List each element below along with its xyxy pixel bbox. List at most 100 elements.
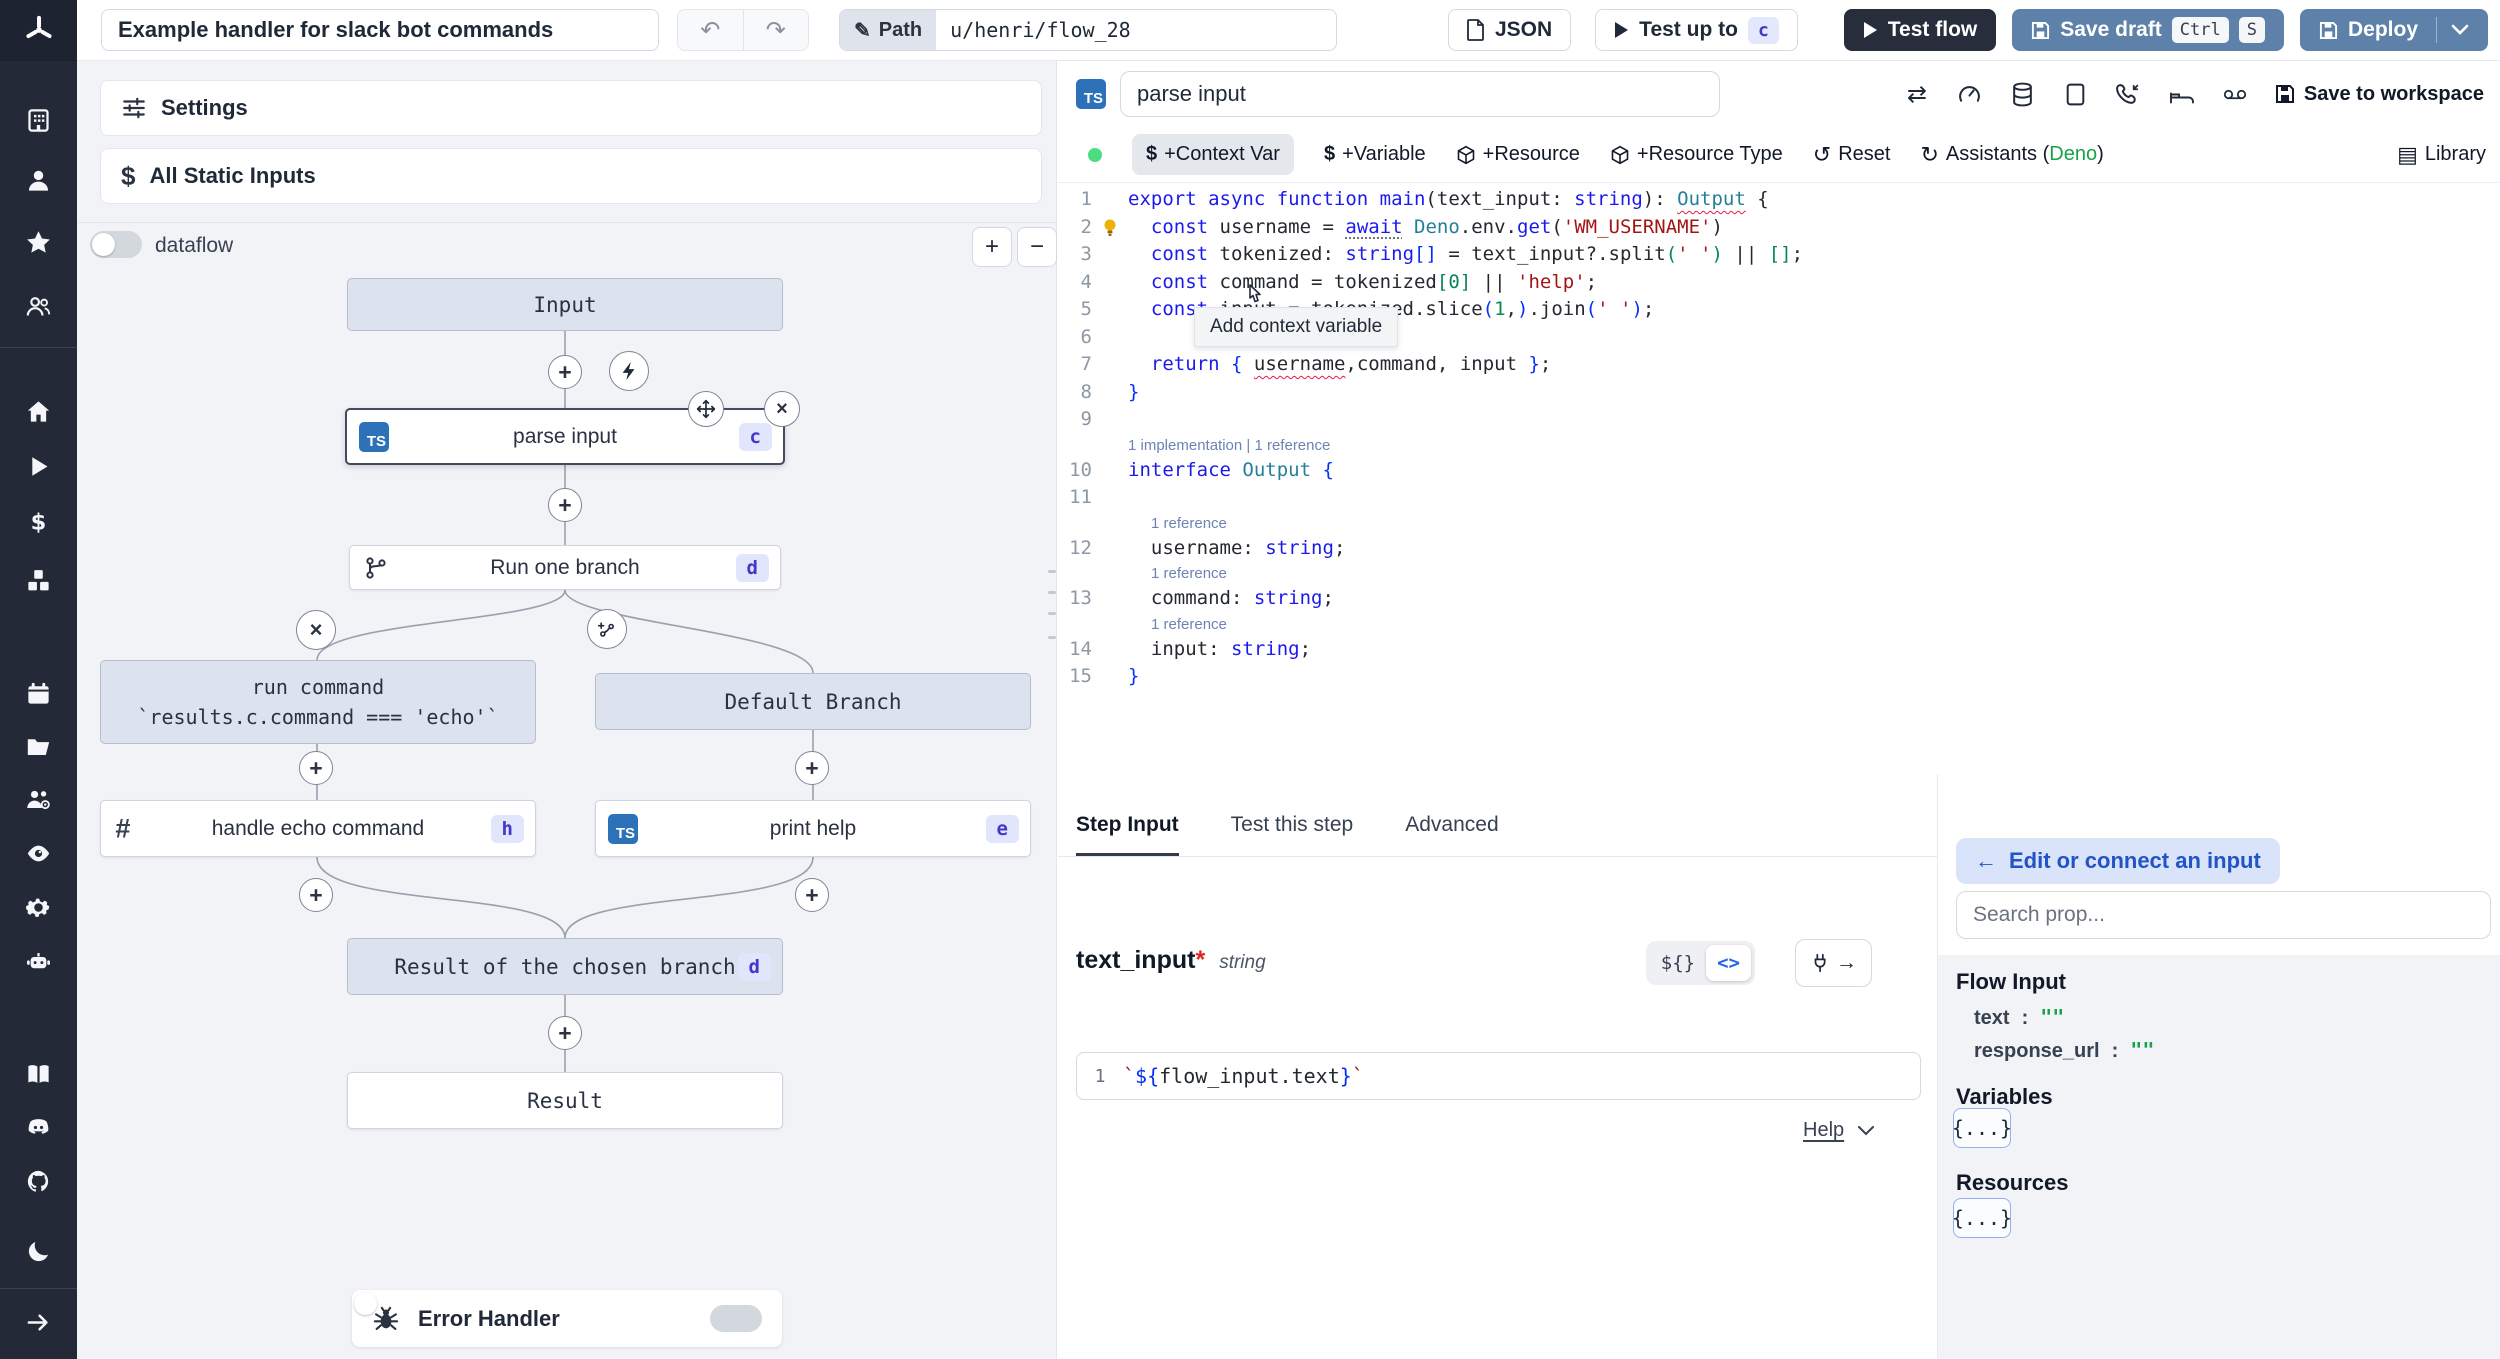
codelens[interactable]: 1 reference bbox=[1058, 512, 2500, 535]
windmill-logo[interactable] bbox=[0, 0, 77, 61]
add-step-button[interactable]: + bbox=[795, 751, 829, 785]
variables-icon[interactable]: $ bbox=[18, 501, 58, 541]
code-line[interactable]: 14 input: string; bbox=[1058, 636, 2500, 664]
code-editor[interactable]: 1 export async function main(text_input: … bbox=[1058, 183, 2500, 691]
flow-title-input[interactable] bbox=[101, 9, 659, 51]
add-branch-button[interactable] bbox=[587, 609, 627, 649]
prop-row-response-url[interactable]: response_url: "" bbox=[1974, 1038, 2154, 1063]
assistants-button[interactable]: ↻ Assistants (Deno) bbox=[1920, 142, 2103, 168]
flow-node-run-one-branch[interactable]: Run one branch d bbox=[349, 545, 781, 590]
retry-icon[interactable]: ⇄ bbox=[1904, 81, 1930, 108]
add-step-button[interactable]: + bbox=[299, 751, 333, 785]
code-line[interactable]: 8} bbox=[1058, 379, 2500, 407]
save-to-workspace-button[interactable]: Save to workspace bbox=[2275, 83, 2484, 106]
mock-icon[interactable] bbox=[2222, 81, 2248, 107]
delete-step-button[interactable]: × bbox=[764, 391, 800, 427]
dataflow-toggle[interactable] bbox=[90, 231, 142, 258]
flow-node-run-command-branch[interactable]: run command `results.c.command === 'echo… bbox=[100, 660, 536, 744]
add-resource-type-button[interactable]: +Resource Type bbox=[1610, 143, 1783, 166]
expression-editor[interactable]: 1 `${flow_input.text}` bbox=[1076, 1052, 1921, 1100]
github-icon[interactable] bbox=[18, 1161, 58, 1201]
code-line[interactable]: 12 username: string; bbox=[1058, 535, 2500, 563]
flow-node-branch-result[interactable]: Result of the chosen branch d bbox=[347, 938, 783, 995]
error-handler-toggle[interactable] bbox=[354, 1292, 762, 1332]
workspace-icon[interactable] bbox=[18, 100, 58, 140]
resources-icon[interactable] bbox=[18, 560, 58, 600]
gauge-icon[interactable] bbox=[1957, 81, 1983, 107]
add-resource-button[interactable]: +Resource bbox=[1456, 143, 1580, 166]
code-line[interactable]: 15} bbox=[1058, 663, 2500, 691]
code-line[interactable]: 3 const tokenized: string[] = text_input… bbox=[1058, 241, 2500, 269]
error-handler-card[interactable]: Error Handler bbox=[352, 1290, 782, 1347]
test-up-to-button[interactable]: Test up to c bbox=[1595, 9, 1798, 51]
test-flow-button[interactable]: Test flow bbox=[1843, 9, 1997, 51]
edit-or-connect-button[interactable]: ← Edit or connect an input bbox=[1956, 838, 2280, 884]
step-name-input[interactable] bbox=[1120, 71, 1720, 117]
code-line[interactable]: 10 interface Output { bbox=[1058, 457, 2500, 485]
undo-button[interactable]: ↶ bbox=[678, 10, 744, 50]
home-icon[interactable] bbox=[18, 391, 58, 431]
add-step-button[interactable]: + bbox=[548, 1016, 582, 1050]
variables-object-button[interactable]: {...} bbox=[1952, 1108, 2012, 1148]
add-step-button[interactable]: + bbox=[795, 878, 829, 912]
workers-icon[interactable] bbox=[18, 779, 58, 819]
prop-row-text[interactable]: text: "" bbox=[1974, 1005, 2064, 1030]
add-context-var-button[interactable]: $ +Context Var bbox=[1132, 134, 1294, 175]
user-icon[interactable] bbox=[18, 160, 58, 200]
flow-settings-button[interactable]: Settings bbox=[100, 80, 1042, 136]
groups-icon[interactable] bbox=[18, 286, 58, 326]
folders-icon[interactable] bbox=[18, 726, 58, 766]
chevron-down-icon[interactable] bbox=[2451, 24, 2469, 36]
save-draft-button[interactable]: Save draft Ctrl S bbox=[2012, 9, 2284, 51]
dark-mode-icon[interactable] bbox=[18, 1231, 58, 1271]
code-line[interactable]: 11 bbox=[1058, 484, 2500, 512]
deploy-button[interactable]: Deploy bbox=[2299, 9, 2488, 51]
favorites-icon[interactable] bbox=[18, 222, 58, 262]
help-link[interactable]: Help bbox=[1803, 1119, 1875, 1142]
schedules-icon[interactable] bbox=[18, 673, 58, 713]
flow-node-handle-echo-command[interactable]: # handle echo command h bbox=[100, 800, 536, 857]
code-line[interactable]: 7 return { username,command, input }; bbox=[1058, 351, 2500, 379]
redo-button[interactable]: ↷ bbox=[744, 10, 809, 50]
codelens[interactable]: 1 implementation | 1 reference bbox=[1058, 434, 2500, 457]
path-input[interactable] bbox=[936, 18, 1336, 42]
tab-advanced[interactable]: Advanced bbox=[1405, 813, 1498, 856]
add-variable-button[interactable]: $ +Variable bbox=[1324, 143, 1426, 166]
resources-object-button[interactable]: {...} bbox=[1952, 1198, 2012, 1238]
search-prop-input[interactable] bbox=[1956, 891, 2491, 939]
flow-node-default-branch[interactable]: Default Branch bbox=[595, 673, 1031, 730]
tab-step-input[interactable]: Step Input bbox=[1076, 813, 1179, 856]
add-step-button[interactable]: + bbox=[299, 878, 333, 912]
early-stop-icon[interactable] bbox=[2116, 81, 2142, 107]
flow-node-result[interactable]: Result bbox=[347, 1072, 783, 1129]
runs-icon[interactable] bbox=[18, 446, 58, 486]
cache-icon[interactable] bbox=[2010, 81, 2036, 107]
ai-icon[interactable] bbox=[18, 941, 58, 981]
code-line[interactable]: 2 const username = await Deno.env.get('W… bbox=[1058, 214, 2500, 242]
code-line[interactable]: 1 export async function main(text_input: … bbox=[1058, 186, 2500, 214]
all-static-inputs-button[interactable]: $ All Static Inputs bbox=[100, 148, 1042, 204]
connect-input-button[interactable]: → bbox=[1795, 939, 1872, 987]
code-line[interactable]: 13 command: string; bbox=[1058, 585, 2500, 613]
move-step-button[interactable] bbox=[688, 391, 724, 427]
template-mode-button[interactable]: ${} bbox=[1650, 945, 1706, 981]
library-button[interactable]: ▤ Library bbox=[2397, 142, 2486, 168]
discord-icon[interactable] bbox=[18, 1107, 58, 1147]
concurrency-icon[interactable] bbox=[2063, 81, 2089, 107]
add-step-button[interactable]: + bbox=[548, 355, 582, 389]
code-line[interactable]: 9 bbox=[1058, 406, 2500, 434]
settings-icon[interactable] bbox=[18, 887, 58, 927]
tab-test-this-step[interactable]: Test this step bbox=[1231, 813, 1354, 856]
json-button[interactable]: JSON bbox=[1447, 9, 1572, 51]
flow-node-input[interactable]: Input bbox=[347, 278, 783, 331]
codelens[interactable]: 1 reference bbox=[1058, 613, 2500, 636]
expand-sidebar-icon[interactable] bbox=[18, 1302, 58, 1342]
flow-node-print-help[interactable]: TS print help e bbox=[595, 800, 1031, 857]
code-line[interactable]: 4 const command = tokenized[0] || 'help'… bbox=[1058, 269, 2500, 297]
add-step-button[interactable]: + bbox=[548, 488, 582, 522]
docs-icon[interactable] bbox=[18, 1054, 58, 1094]
reset-button[interactable]: ↺ Reset bbox=[1813, 142, 1891, 168]
audit-logs-icon[interactable] bbox=[18, 833, 58, 873]
zoom-out-button[interactable]: − bbox=[1017, 227, 1057, 267]
remove-branch-button[interactable]: × bbox=[296, 610, 336, 650]
